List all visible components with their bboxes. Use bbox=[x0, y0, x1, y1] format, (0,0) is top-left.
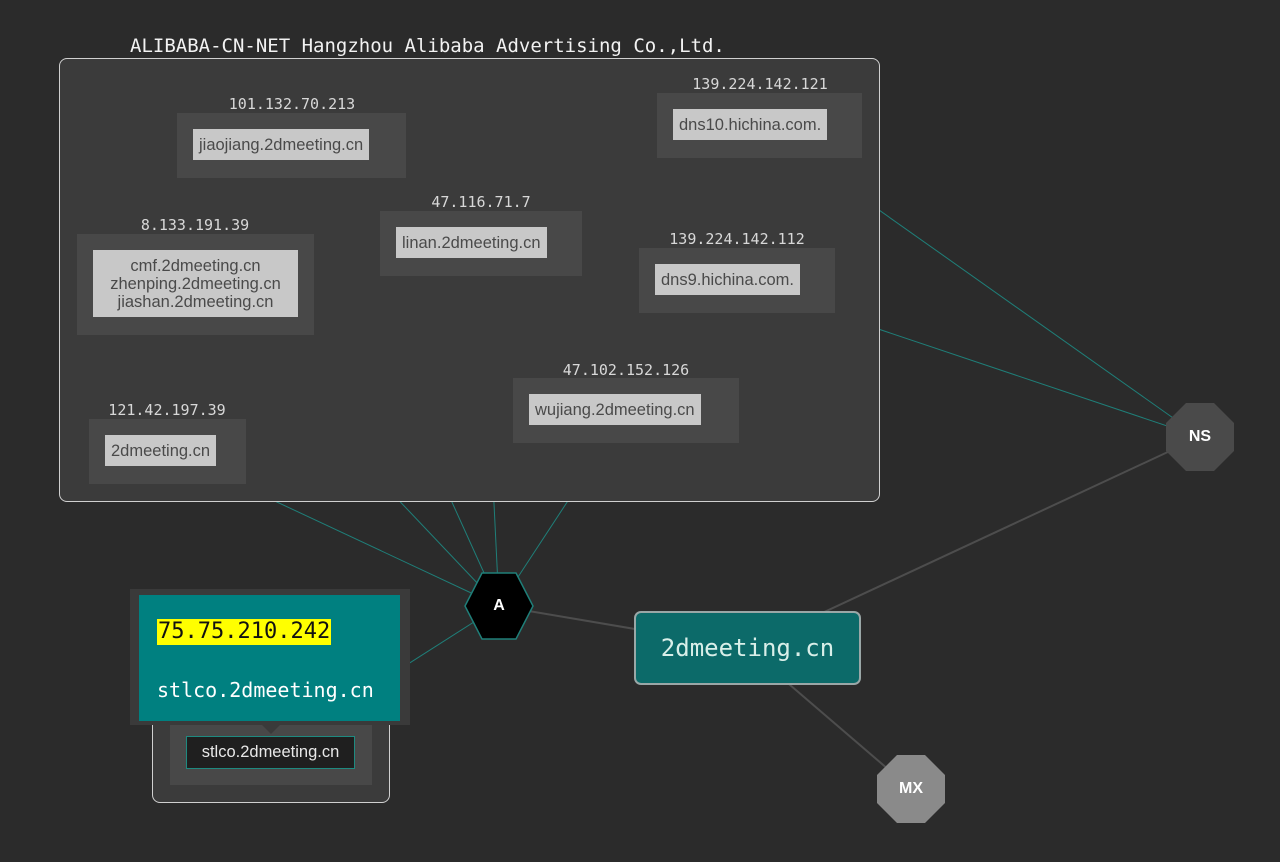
dns-graph-canvas: ALIBABA-CN-NET Hangzhou Alibaba Advertis… bbox=[0, 0, 1280, 862]
mx-record-hub[interactable]: MX bbox=[876, 754, 946, 824]
host-node-dns9[interactable]: dns9.hichina.com. bbox=[639, 248, 835, 313]
ip-label: 47.116.71.7 bbox=[431, 193, 531, 211]
hostname: wujiang.2dmeeting.cn bbox=[535, 401, 695, 419]
selected-hostname-chip[interactable]: stlco.2dmeeting.cn bbox=[186, 736, 355, 769]
host-node-wujiang[interactable]: wujiang.2dmeeting.cn bbox=[513, 378, 739, 443]
cluster-title: ALIBABA-CN-NET Hangzhou Alibaba Advertis… bbox=[130, 35, 725, 57]
tooltip-hostname: stlco.2dmeeting.cn bbox=[157, 678, 374, 702]
host-node-linan[interactable]: linan.2dmeeting.cn bbox=[380, 211, 582, 276]
hub-label: A bbox=[493, 597, 505, 614]
hostname-chip: 2dmeeting.cn bbox=[105, 435, 217, 466]
root-domain-node[interactable]: 2dmeeting.cn bbox=[634, 611, 861, 685]
tooltip-ip-address: 75.75.210.242 bbox=[157, 619, 332, 645]
hostname: 2dmeeting.cn bbox=[111, 442, 211, 460]
hostname-chip: linan.2dmeeting.cn bbox=[396, 227, 547, 258]
ip-label: 47.102.152.126 bbox=[562, 361, 690, 379]
hub-label: NS bbox=[1188, 428, 1212, 445]
ns-record-hub[interactable]: NS bbox=[1165, 402, 1235, 472]
host-node-root[interactable]: 2dmeeting.cn bbox=[89, 419, 246, 484]
hub-label: MX bbox=[899, 780, 923, 797]
hostname-chip: jiaojiang.2dmeeting.cn bbox=[193, 129, 370, 160]
host-tooltip: 75.75.210.242 stlco.2dmeeting.cn bbox=[130, 589, 410, 734]
hostname: cmf.2dmeeting.cn bbox=[130, 257, 261, 275]
hostname: dns10.hichina.com. bbox=[679, 116, 822, 134]
ip-label: 8.133.191.39 bbox=[140, 216, 250, 234]
ip-label: 101.132.70.213 bbox=[228, 95, 356, 113]
host-node-jiaojiang[interactable]: jiaojiang.2dmeeting.cn bbox=[177, 113, 406, 178]
hostname: dns9.hichina.com. bbox=[661, 271, 794, 289]
tooltip-body: 75.75.210.242 stlco.2dmeeting.cn bbox=[139, 595, 400, 721]
host-node-dns10[interactable]: dns10.hichina.com. bbox=[657, 93, 862, 158]
ip-label: 121.42.197.39 bbox=[108, 401, 226, 419]
hostname-chip: wujiang.2dmeeting.cn bbox=[529, 394, 701, 425]
host-node-cmf[interactable]: cmf.2dmeeting.cn zhenping.2dmeeting.cn j… bbox=[77, 234, 314, 335]
hostname: zhenping.2dmeeting.cn bbox=[110, 275, 281, 293]
hostname: jiashan.2dmeeting.cn bbox=[117, 293, 274, 311]
ip-label: 139.224.142.121 bbox=[692, 75, 828, 93]
hostname-chip: dns9.hichina.com. bbox=[655, 264, 800, 295]
hostname: jiaojiang.2dmeeting.cn bbox=[199, 136, 364, 154]
tooltip-caret-icon bbox=[258, 721, 284, 734]
hostname: linan.2dmeeting.cn bbox=[402, 234, 541, 252]
hostname-chip: dns10.hichina.com. bbox=[673, 109, 828, 140]
ip-label: 139.224.142.112 bbox=[669, 230, 805, 248]
hostname-chip: cmf.2dmeeting.cn zhenping.2dmeeting.cn j… bbox=[93, 250, 298, 317]
a-record-hub[interactable]: A bbox=[464, 571, 534, 641]
